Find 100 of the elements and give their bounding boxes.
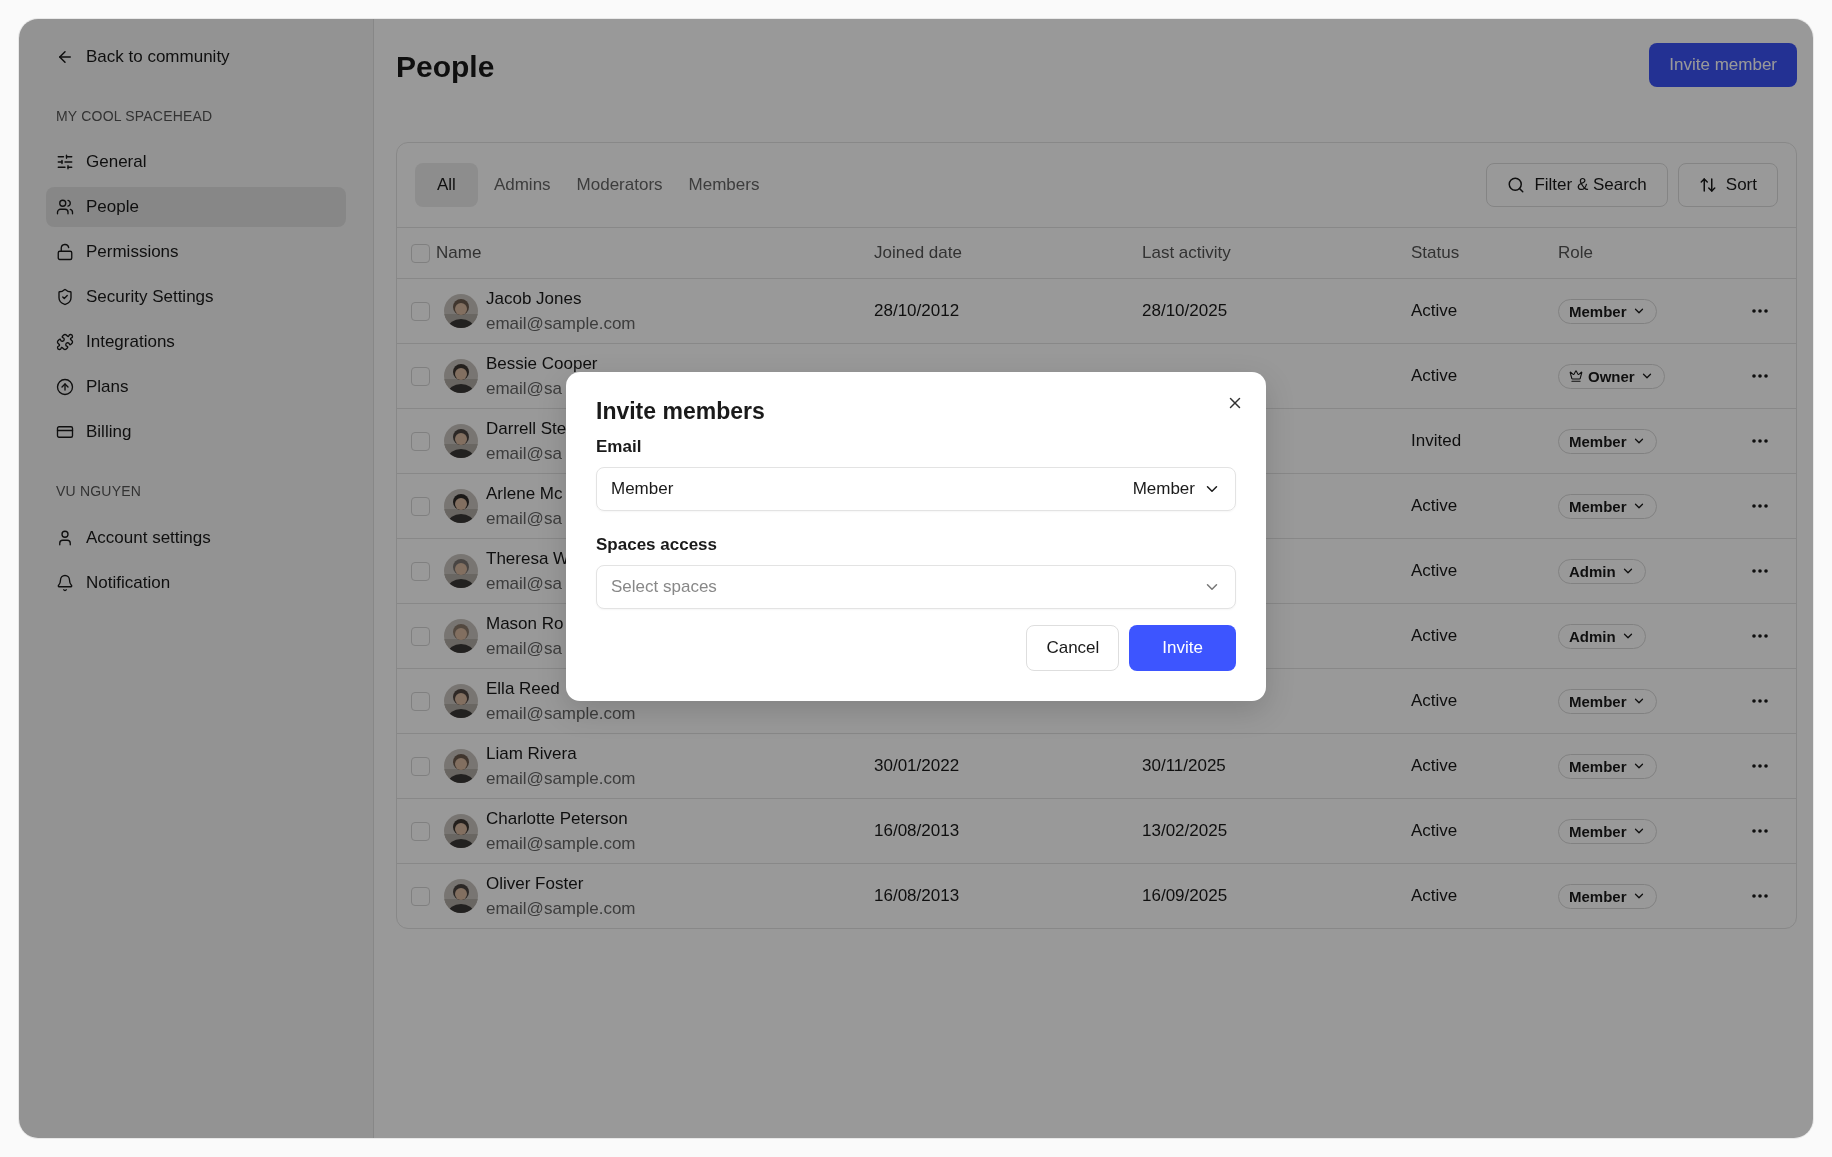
- checkbox[interactable]: [411, 886, 430, 906]
- more-button[interactable]: [1752, 699, 1768, 703]
- tab[interactable]: Admins: [483, 163, 561, 207]
- member-email: email@sample.com: [486, 833, 636, 854]
- member-status: Active: [1411, 886, 1459, 906]
- checkbox[interactable]: [411, 243, 430, 263]
- cancel-button[interactable]: Cancel: [1026, 625, 1120, 671]
- checkbox[interactable]: [411, 561, 430, 581]
- dialog-title: Invite members: [596, 398, 766, 425]
- role-dropdown[interactable]: Member: [1558, 818, 1657, 844]
- sidebar-item[interactable]: Permissions: [46, 232, 346, 272]
- column-header: Last activity: [1142, 243, 1232, 263]
- member-email: email@sa: [486, 508, 563, 529]
- checkbox[interactable]: [411, 431, 430, 451]
- tab[interactable]: All: [415, 163, 478, 207]
- role-dropdown[interactable]: Member: [1558, 883, 1657, 909]
- role-dropdown[interactable]: Member: [1558, 753, 1657, 779]
- sidebar-item[interactable]: Integrations: [46, 322, 346, 362]
- last-activity: 13/02/2025: [1142, 821, 1228, 840]
- field-label: Spaces access: [596, 535, 718, 555]
- role-dropdown[interactable]: Member: [1558, 298, 1657, 324]
- card-icon: [56, 423, 74, 441]
- column-header: Name: [436, 243, 483, 263]
- sort-arrows-icon: [1698, 176, 1717, 194]
- checkbox[interactable]: [411, 756, 430, 776]
- sidebar-item[interactable]: Billing: [46, 412, 346, 452]
- puzzle-icon: [56, 333, 74, 351]
- section-heading: MY COOL SPACEHEAD: [56, 108, 214, 124]
- tab[interactable]: Moderators: [566, 163, 673, 207]
- member-email: email@sample.com: [486, 768, 636, 789]
- member-email: email@sample.com: [486, 898, 636, 919]
- more-button[interactable]: [1752, 829, 1768, 833]
- more-button[interactable]: [1752, 439, 1768, 443]
- tab[interactable]: Members: [678, 163, 770, 207]
- member-status: Invited: [1411, 431, 1463, 451]
- member-name: Darrell Ste: [486, 418, 567, 439]
- column-header: Joined date: [874, 243, 963, 263]
- more-dots-icon: [1752, 309, 1768, 313]
- more-button[interactable]: [1752, 374, 1768, 378]
- checkbox[interactable]: [411, 691, 430, 711]
- more-dots-icon: [1752, 439, 1768, 443]
- member-name: Oliver Foster: [486, 873, 585, 894]
- joined-date: 30/01/2022: [874, 756, 960, 775]
- member-name: Charlotte Peterson: [486, 808, 629, 829]
- checkbox[interactable]: [411, 301, 430, 321]
- sidebar-item[interactable]: Security Settings: [46, 277, 346, 317]
- more-dots-icon: [1752, 634, 1768, 638]
- sort-button[interactable]: Sort: [1677, 163, 1778, 207]
- more-button[interactable]: [1752, 764, 1768, 768]
- member-name: Arlene Mc: [486, 483, 563, 504]
- spaces-select[interactable]: Select spaces: [596, 565, 1236, 609]
- role-dropdown[interactable]: Member: [1558, 493, 1657, 519]
- role-select[interactable]: Member: [1132, 479, 1221, 499]
- member-status: Active: [1411, 496, 1459, 516]
- lock-icon: [56, 243, 74, 261]
- role-dropdown[interactable]: Member: [1558, 688, 1657, 714]
- more-dots-icon: [1752, 374, 1768, 378]
- role-dropdown[interactable]: Member: [1558, 428, 1657, 454]
- more-button[interactable]: [1752, 634, 1768, 638]
- joined-date: 28/10/2012: [874, 301, 960, 320]
- more-button[interactable]: [1752, 504, 1768, 508]
- role-dropdown[interactable]: Owner: [1558, 363, 1665, 389]
- sidebar-item[interactable]: Plans: [46, 367, 346, 407]
- role-dropdown[interactable]: Admin: [1558, 623, 1646, 649]
- member-name: Jacob Jones: [486, 288, 583, 309]
- sidebar-item[interactable]: People: [46, 187, 346, 227]
- more-button[interactable]: [1752, 569, 1768, 573]
- role-dropdown[interactable]: Admin: [1558, 558, 1646, 584]
- more-dots-icon: [1752, 504, 1768, 508]
- more-dots-icon: [1752, 699, 1768, 703]
- more-dots-icon: [1752, 829, 1768, 833]
- more-button[interactable]: [1752, 894, 1768, 898]
- member-email: email@sample.com: [486, 703, 636, 724]
- member-email: email@sa: [486, 573, 563, 594]
- invite-button[interactable]: Invite: [1129, 625, 1236, 671]
- member-status: Active: [1411, 821, 1459, 841]
- checkbox[interactable]: [411, 626, 430, 646]
- member-status: Active: [1411, 756, 1459, 776]
- member-email: email@sa: [486, 638, 563, 659]
- member-status: Active: [1411, 561, 1459, 581]
- sidebar-item[interactable]: General: [46, 142, 346, 182]
- email-field[interactable]: Member Member: [596, 467, 1236, 511]
- sidebar-item[interactable]: Notification: [46, 563, 346, 603]
- arrow-up-circle-icon: [56, 378, 74, 396]
- last-activity: 28/10/2025: [1142, 301, 1228, 320]
- checkbox[interactable]: [411, 496, 430, 516]
- filter-search-button[interactable]: Filter & Search: [1486, 163, 1668, 207]
- sidebar-item[interactable]: Account settings: [46, 518, 346, 558]
- checkbox[interactable]: [411, 821, 430, 841]
- more-button[interactable]: [1752, 309, 1768, 313]
- search-icon: [1507, 176, 1526, 194]
- more-dots-icon: [1752, 894, 1768, 898]
- invite-member-button[interactable]: Invite member: [1649, 43, 1797, 87]
- back-link[interactable]: Back to community: [56, 47, 230, 67]
- member-name: Mason Ro: [486, 613, 564, 634]
- checkbox[interactable]: [411, 366, 430, 386]
- column-header: Role: [1558, 243, 1594, 263]
- member-email: email@sa: [486, 443, 563, 464]
- member-email: email@sa: [486, 378, 563, 399]
- field-label: Email: [596, 437, 643, 457]
